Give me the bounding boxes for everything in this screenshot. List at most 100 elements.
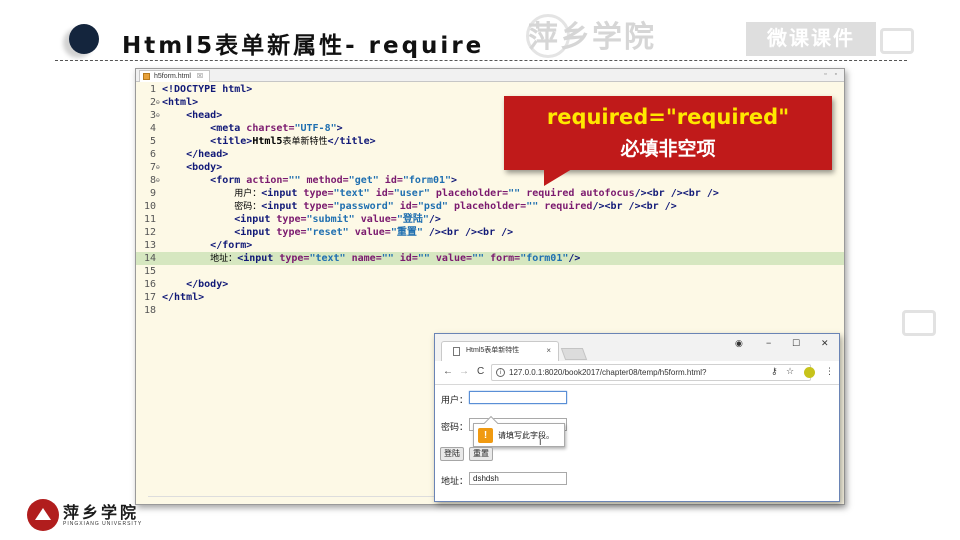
line-number: 18 [143, 305, 156, 316]
code-token: "重置" [390, 227, 429, 238]
code-token: "submit" [306, 214, 361, 225]
code-token: required autofocus [526, 188, 635, 199]
code-token: "user" [393, 188, 436, 199]
close-button[interactable]: ✕ [821, 338, 829, 349]
code-token: method= [306, 175, 349, 186]
minimize-button[interactable]: − [766, 338, 771, 348]
forward-icon[interactable]: → [459, 366, 469, 377]
title-divider [55, 60, 907, 61]
university-seal-logo [27, 499, 59, 531]
submit-button[interactable]: 登陆 [440, 447, 464, 461]
code-line[interactable]: 18 [136, 304, 844, 317]
code-token: "text" [333, 188, 376, 199]
reset-button[interactable]: 重置 [469, 447, 493, 461]
line-number: 3 [149, 110, 156, 121]
code-line[interactable]: 12 <input type="reset" value="重置" /><br … [136, 226, 844, 239]
code-token: "get" [348, 175, 385, 186]
code-token: <form [210, 175, 247, 186]
watermark-house-icon [902, 310, 936, 336]
key-icon[interactable]: ⚷ [771, 366, 778, 377]
editor-tab[interactable]: h5form.html ☒ [139, 70, 211, 82]
code-token: "form01" [402, 175, 452, 186]
code-token: id= [384, 175, 403, 186]
code-token: id= [399, 253, 418, 264]
html-file-icon [143, 73, 150, 80]
code-token: action= [246, 175, 289, 186]
code-token: value= [354, 227, 391, 238]
user-input[interactable] [469, 391, 567, 404]
code-token: "" [417, 253, 436, 264]
code-token: type= [303, 188, 334, 199]
user-label: 用户： [441, 396, 469, 406]
line-number: 4 [149, 123, 156, 134]
browser-titlebar: Html5表单新特性 × ◉ − ☐ ✕ [435, 334, 839, 361]
menu-icon[interactable]: ⋮ [825, 366, 834, 377]
code-token: 密码： [234, 202, 262, 212]
code-line[interactable]: 11 <input type="submit" value="登陆"/> [136, 213, 844, 226]
code-token: <!DOCTYPE html> [162, 84, 253, 95]
code-line[interactable]: 1 <!DOCTYPE html> [136, 83, 844, 96]
code-line[interactable]: 10 密码：<input type="password" id="psd" pl… [136, 200, 844, 213]
code-line[interactable]: 15 [136, 265, 844, 278]
code-token: required [544, 201, 593, 212]
code-token: > [336, 123, 343, 134]
code-token: type= [276, 214, 307, 225]
password-label: 密码： [441, 423, 469, 433]
address-input[interactable]: dshdsh [469, 472, 567, 485]
editor-window-controls[interactable]: ▫ ▫ [824, 71, 840, 78]
code-token: "" [526, 201, 545, 212]
code-token: "UTF-8" [294, 123, 337, 134]
editor-tab-label: h5form.html [154, 73, 191, 80]
text-cursor-icon: I [539, 437, 542, 447]
reload-icon[interactable]: C [477, 366, 484, 377]
maximize-button[interactable]: ☐ [792, 338, 800, 349]
address-bar[interactable]: i 127.0.0.1:8020/book2017/chapter08/temp… [491, 364, 811, 381]
code-token: /><br /><br /> [428, 227, 514, 238]
code-token: 表单新特性 [282, 137, 328, 147]
line-number: 10 [143, 201, 156, 212]
tab-close-icon[interactable]: ☒ [197, 73, 203, 80]
tab-close-icon[interactable]: × [546, 342, 551, 360]
code-token: </html> [162, 292, 205, 303]
code-line[interactable]: 8⊖ <form action="" method="get" id="form… [136, 174, 844, 187]
line-number: 16 [143, 279, 156, 290]
star-icon[interactable]: ☆ [786, 366, 794, 377]
extension-icon[interactable] [804, 367, 815, 378]
code-token: <body> [186, 162, 223, 173]
editor-tab-bar: h5form.html ☒ ▫ ▫ [136, 69, 844, 82]
profile-icon[interactable]: ◉ [735, 338, 743, 349]
code-token: "" [508, 188, 527, 199]
new-tab-button[interactable] [560, 348, 588, 360]
code-token: </form> [210, 240, 253, 251]
code-token: charset= [246, 123, 295, 134]
browser-tab[interactable]: Html5表单新特性 × [441, 341, 559, 361]
back-icon[interactable]: ← [443, 366, 453, 377]
code-line[interactable]: 13 </form> [136, 239, 844, 252]
address-label: 地址： [441, 477, 469, 487]
line-number: 12 [143, 227, 156, 238]
watermark-house-icon [880, 28, 914, 54]
code-line[interactable]: 9 用户：<input type="text" id="user" placeh… [136, 187, 844, 200]
code-token: 地址： [210, 254, 238, 264]
callout-code-text: required="required" [546, 105, 790, 129]
watermark-title: 萍乡学院 [528, 20, 656, 55]
code-token: placeholder= [435, 188, 509, 199]
info-icon[interactable]: i [496, 368, 505, 377]
code-token: <title> [210, 136, 253, 147]
code-token: <html> [162, 97, 199, 108]
code-line[interactable]: 17 </html> [136, 291, 844, 304]
code-token: </body> [186, 279, 229, 290]
code-line[interactable]: 16 </body> [136, 278, 844, 291]
page-icon [453, 347, 460, 356]
code-line[interactable]: 14 地址：<input type="text" name="" id="" v… [136, 252, 844, 265]
code-token: > [451, 175, 458, 186]
line-number: 13 [143, 240, 156, 251]
code-token: <input [261, 201, 304, 212]
code-token: /><br /><br /> [634, 188, 719, 199]
code-token: /> [428, 214, 441, 225]
code-token: "password" [333, 201, 400, 212]
